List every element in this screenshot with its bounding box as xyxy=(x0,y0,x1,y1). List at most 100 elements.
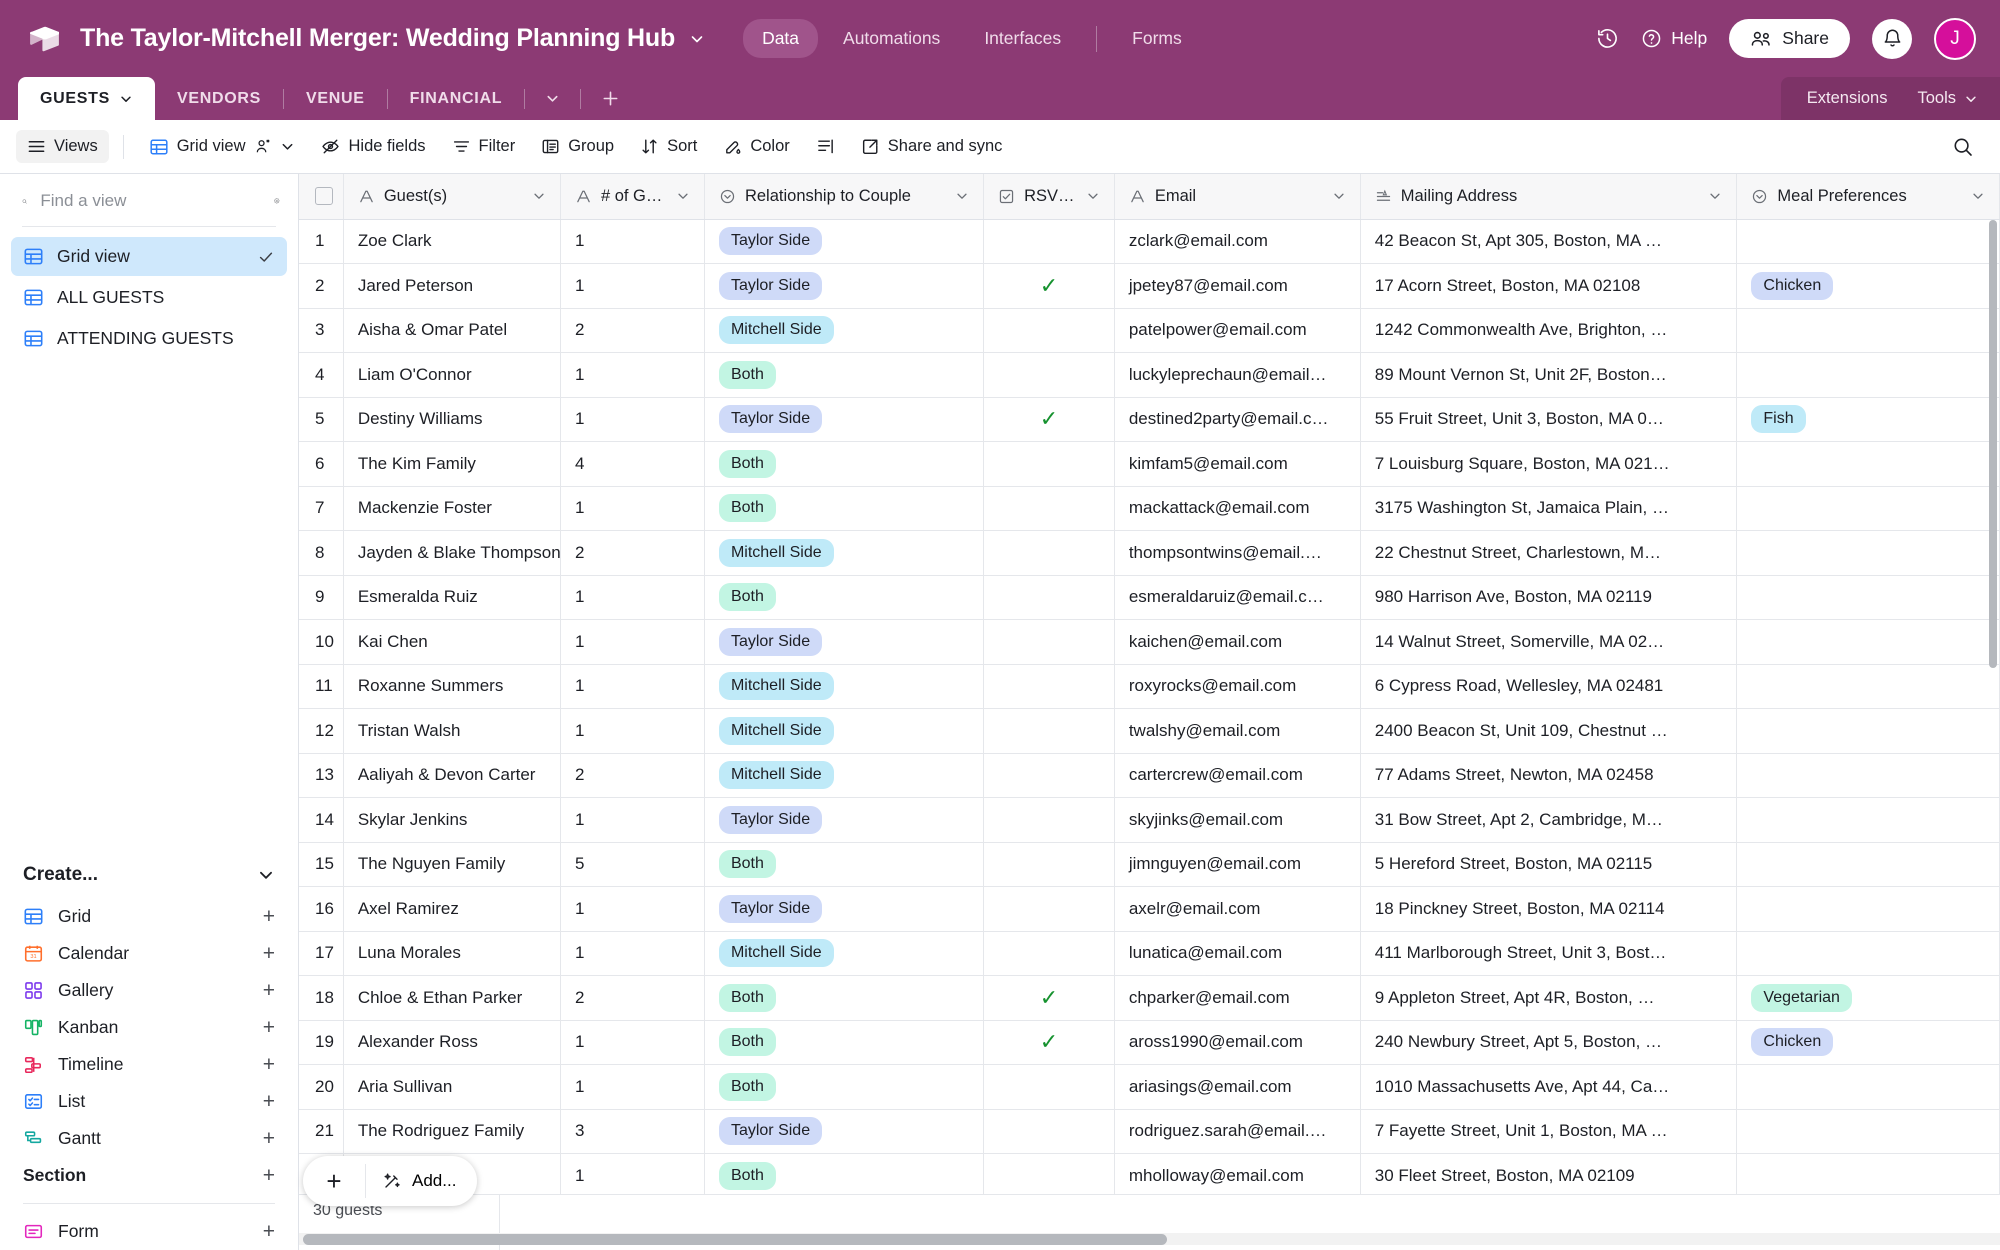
cell-email[interactable]: kaichen@email.com xyxy=(1114,620,1360,665)
cell-mailing-address[interactable]: 6 Cypress Road, Wellesley, MA 02481 xyxy=(1360,664,1737,709)
cell-guest-count[interactable]: 5 xyxy=(560,842,704,887)
create-header[interactable]: Create... xyxy=(11,852,287,898)
table-row[interactable]: 22loway1Bothmholloway@email.com30 Fleet … xyxy=(299,1154,2000,1195)
cell-email[interactable]: roxyrocks@email.com xyxy=(1114,664,1360,709)
cell-email[interactable]: ariasings@email.com xyxy=(1114,1065,1360,1110)
cell-relationship[interactable]: Mitchell Side xyxy=(704,753,983,798)
table-row[interactable]: 15The Nguyen Family5Bothjimnguyen@email.… xyxy=(299,842,2000,887)
cell-email[interactable]: mholloway@email.com xyxy=(1114,1154,1360,1195)
cell-meal-preference[interactable] xyxy=(1737,531,2000,576)
vertical-scrollbar[interactable] xyxy=(1988,220,1999,1194)
cell-guest-name[interactable]: Skylar Jenkins xyxy=(343,798,560,843)
cell-guest-count[interactable]: 2 xyxy=(560,308,704,353)
cell-guest-name[interactable]: Alexander Ross xyxy=(343,1020,560,1065)
cell-guest-name[interactable]: Axel Ramirez xyxy=(343,887,560,932)
sidebar-item-all-guests[interactable]: ALL GUESTS xyxy=(11,278,287,317)
cell-relationship[interactable]: Taylor Side xyxy=(704,620,983,665)
cell-guest-count[interactable]: 3 xyxy=(560,1109,704,1154)
create-item-calendar[interactable]: 31 Calendar + xyxy=(11,935,287,972)
rsvp-checkbox[interactable]: ✓ xyxy=(984,976,1114,1020)
create-item-gantt[interactable]: Gantt + xyxy=(11,1120,287,1157)
create-item-list-plus-icon[interactable]: + xyxy=(263,1091,275,1112)
table-row[interactable]: 4Liam O'Connor1Bothluckyleprechaun@email… xyxy=(299,353,2000,398)
help-button[interactable]: Help xyxy=(1641,28,1707,49)
cell-guest-count[interactable]: 1 xyxy=(560,709,704,754)
cell-relationship[interactable]: Mitchell Side xyxy=(704,931,983,976)
cell-guest-name[interactable]: Esmeralda Ruiz xyxy=(343,575,560,620)
cell-guest-name[interactable]: Chloe & Ethan Parker xyxy=(343,976,560,1021)
cell-meal-preference[interactable] xyxy=(1737,887,2000,932)
cell-meal-preference[interactable]: Chicken xyxy=(1737,1020,2000,1065)
cell-email[interactable]: twalshy@email.com xyxy=(1114,709,1360,754)
cell-relationship[interactable]: Both xyxy=(704,1065,983,1110)
column-email-chevron-down-icon[interactable] xyxy=(1332,189,1346,203)
cell-guest-name[interactable]: Aaliyah & Devon Carter xyxy=(343,753,560,798)
cell-meal-preference[interactable] xyxy=(1737,753,2000,798)
table-row[interactable]: 7Mackenzie Foster1Bothmackattack@email.c… xyxy=(299,486,2000,531)
cell-rsvp[interactable] xyxy=(984,1109,1115,1154)
cell-relationship[interactable]: Both xyxy=(704,842,983,887)
cell-mailing-address[interactable]: 7 Fayette Street, Unit 1, Boston, MA … xyxy=(1360,1109,1737,1154)
table-row[interactable]: 10Kai Chen1Taylor Sidekaichen@email.com1… xyxy=(299,620,2000,665)
rsvp-checkbox[interactable] xyxy=(984,932,1114,976)
cell-meal-preference[interactable] xyxy=(1737,308,2000,353)
create-item-grid-plus-icon[interactable]: + xyxy=(263,906,275,927)
cell-meal-preference[interactable] xyxy=(1737,486,2000,531)
checkbox-icon[interactable] xyxy=(315,187,333,205)
cell-rsvp[interactable] xyxy=(984,486,1115,531)
rsvp-checkbox[interactable] xyxy=(984,487,1114,531)
cell-rsvp[interactable]: ✓ xyxy=(984,397,1115,442)
cell-guest-count[interactable]: 2 xyxy=(560,753,704,798)
cell-relationship[interactable]: Mitchell Side xyxy=(704,308,983,353)
add-record-ai-button[interactable]: Add... xyxy=(366,1171,477,1191)
cell-rsvp[interactable] xyxy=(984,753,1115,798)
cell-guest-count[interactable]: 1 xyxy=(560,264,704,309)
cell-rsvp[interactable] xyxy=(984,353,1115,398)
cell-rsvp[interactable] xyxy=(984,1154,1115,1195)
table-row[interactable]: 11Roxanne Summers1Mitchell Sideroxyrocks… xyxy=(299,664,2000,709)
column-header-name[interactable]: Guest(s) xyxy=(343,174,560,219)
cell-email[interactable]: luckyleprechaun@email… xyxy=(1114,353,1360,398)
sidebar-item-attending-guests[interactable]: ATTENDING GUESTS xyxy=(11,319,287,358)
tab-vendors[interactable]: VENDORS xyxy=(155,77,283,120)
views-button[interactable]: Views xyxy=(16,130,109,163)
cell-rsvp[interactable] xyxy=(984,709,1115,754)
cell-meal-preference[interactable] xyxy=(1737,1065,2000,1110)
cell-relationship[interactable]: Taylor Side xyxy=(704,798,983,843)
cell-mailing-address[interactable]: 77 Adams Street, Newton, MA 02458 xyxy=(1360,753,1737,798)
cell-guest-name[interactable]: The Nguyen Family xyxy=(343,842,560,887)
table-row[interactable]: 13Aaliyah & Devon Carter2Mitchell Sideca… xyxy=(299,753,2000,798)
horizontal-scrollbar[interactable] xyxy=(299,1233,2000,1245)
create-item-gallery-plus-icon[interactable]: + xyxy=(263,980,275,1001)
column-header-meal[interactable]: Meal Preferences xyxy=(1737,174,2000,219)
table-row[interactable]: 6The Kim Family4Bothkimfam5@email.com7 L… xyxy=(299,442,2000,487)
cell-meal-preference[interactable] xyxy=(1737,931,2000,976)
cell-guest-count[interactable]: 2 xyxy=(560,976,704,1021)
create-item-gantt-plus-icon[interactable]: + xyxy=(263,1128,275,1149)
cell-rsvp[interactable] xyxy=(984,531,1115,576)
cell-relationship[interactable]: Mitchell Side xyxy=(704,664,983,709)
cell-mailing-address[interactable]: 5 Hereford Street, Boston, MA 02115 xyxy=(1360,842,1737,887)
cell-guest-name[interactable]: The Rodriguez Family xyxy=(343,1109,560,1154)
cell-relationship[interactable]: Taylor Side xyxy=(704,887,983,932)
column-header-count[interactable]: # of Guests xyxy=(560,174,704,219)
sidebar-item-grid-view[interactable]: Grid view xyxy=(11,237,287,276)
cell-meal-preference[interactable] xyxy=(1737,442,2000,487)
cell-guest-count[interactable]: 1 xyxy=(560,664,704,709)
cell-relationship[interactable]: Taylor Side xyxy=(704,1109,983,1154)
share-and-sync-button[interactable]: Share and sync xyxy=(850,130,1014,163)
create-item-section[interactable]: Section + xyxy=(11,1157,287,1194)
cell-guest-name[interactable]: Jayden & Blake Thompson xyxy=(343,531,560,576)
gear-icon[interactable] xyxy=(274,190,280,212)
table-row[interactable]: 12Tristan Walsh1Mitchell Sidetwalshy@ema… xyxy=(299,709,2000,754)
cell-meal-preference[interactable] xyxy=(1737,620,2000,665)
rsvp-checkbox[interactable] xyxy=(984,442,1114,486)
topnav-interfaces[interactable]: Interfaces xyxy=(965,19,1080,58)
hide-fields-button[interactable]: Hide fields xyxy=(310,130,436,163)
table-row[interactable]: 21The Rodriguez Family3Taylor Siderodrig… xyxy=(299,1109,2000,1154)
cell-mailing-address[interactable]: 18 Pinckney Street, Boston, MA 02114 xyxy=(1360,887,1737,932)
rsvp-checkbox[interactable] xyxy=(984,576,1114,620)
cell-guest-name[interactable]: Roxanne Summers xyxy=(343,664,560,709)
cell-guest-count[interactable]: 1 xyxy=(560,486,704,531)
cell-meal-preference[interactable]: Vegetarian xyxy=(1737,976,2000,1021)
